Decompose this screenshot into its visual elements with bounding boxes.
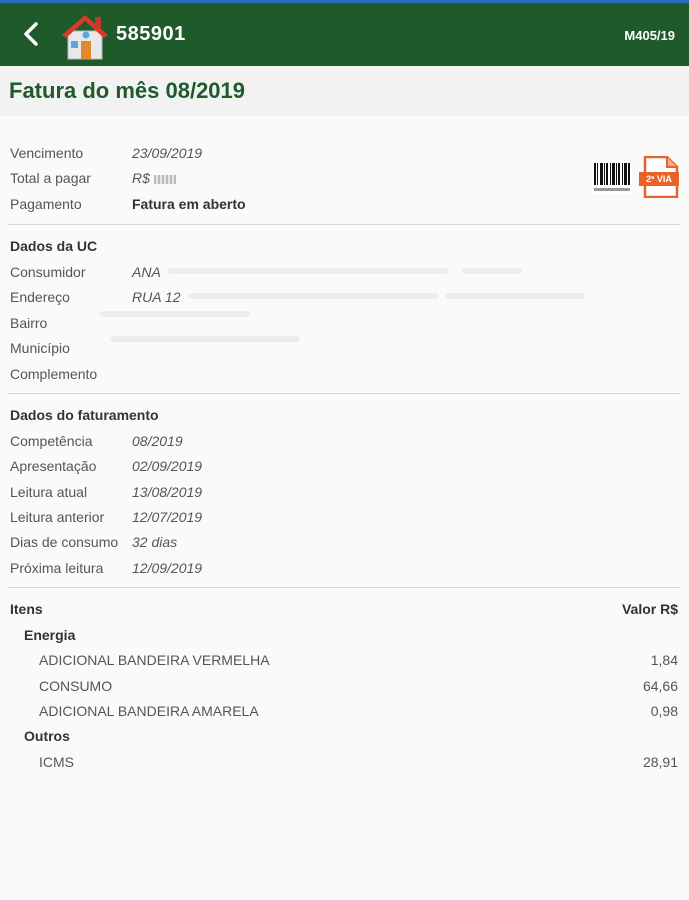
- billing-value: 12/07/2019: [132, 509, 203, 525]
- billing-value: 13/08/2019: [132, 484, 203, 500]
- items-header-value: Valor R$: [621, 601, 678, 617]
- item-value: 0,98: [650, 703, 678, 719]
- invoice-details: [0, 116, 689, 900]
- item-name: ICMS: [39, 754, 74, 770]
- billing-value: 02/09/2019: [132, 458, 203, 474]
- divider: [8, 393, 680, 394]
- divider: [8, 224, 680, 225]
- vencimento-value: 23/09/2019: [132, 145, 203, 161]
- redacted-address: [188, 293, 438, 299]
- invoice-code: M405/19: [624, 28, 675, 43]
- billing-section-title: Dados do faturamento: [10, 407, 159, 423]
- chevron-left-icon: [24, 22, 38, 46]
- second-copy-pdf-button[interactable]: 2ª VIA: [639, 155, 679, 199]
- outros-group-label: Outros: [24, 728, 70, 744]
- redacted-bairro: [100, 311, 250, 317]
- consumidor-label: Consumidor: [10, 264, 86, 280]
- billing-label: Leitura atual: [10, 484, 88, 500]
- billing-label: Leitura anterior: [10, 509, 105, 525]
- pdf-label: 2ª VIA: [646, 174, 672, 184]
- pagamento-value: Fatura em aberto: [132, 196, 246, 212]
- item-value: 64,66: [642, 678, 678, 694]
- masked-amount: [153, 174, 176, 184]
- billing-label: Próxima leitura: [10, 560, 104, 576]
- back-button[interactable]: [18, 19, 44, 49]
- item-value: 28,91: [642, 754, 678, 770]
- item-name: ADICIONAL BANDEIRA AMARELA: [39, 703, 259, 719]
- uc-section-title: Dados da UC: [10, 238, 98, 254]
- municipio-label: Município: [10, 340, 70, 356]
- bairro-label: Bairro: [10, 315, 48, 331]
- redacted-name: [168, 268, 448, 274]
- uc-number: 585901: [116, 23, 186, 45]
- billing-value: 12/09/2019: [132, 560, 203, 576]
- items-header-label: Itens: [10, 601, 43, 617]
- billing-label: Competência: [10, 433, 93, 449]
- house-icon: [62, 15, 108, 60]
- total-label: Total a pagar: [10, 170, 91, 186]
- billing-label: Apresentação: [10, 458, 97, 474]
- endereco-label: Endereço: [10, 289, 70, 305]
- item-name: ADICIONAL BANDEIRA VERMELHA: [39, 652, 270, 668]
- redacted-address: [445, 293, 585, 299]
- complemento-label: Complemento: [10, 366, 98, 382]
- item-name: CONSUMO: [39, 678, 113, 694]
- barcode-icon[interactable]: [592, 160, 632, 194]
- pagamento-label: Pagamento: [10, 196, 82, 212]
- total-value: R$: [132, 170, 176, 186]
- redacted-municipio: [110, 336, 300, 342]
- page-title: Fatura do mês 08/2019: [9, 78, 246, 103]
- redacted-name: [462, 268, 522, 274]
- billing-value: 08/2019: [132, 433, 183, 449]
- billing-value: 32 dias: [132, 534, 178, 550]
- item-value: 1,84: [650, 652, 678, 668]
- endereco-value: RUA 12: [132, 289, 181, 305]
- billing-label: Dias de consumo: [10, 534, 119, 550]
- energia-group-label: Energia: [24, 627, 76, 643]
- app-header: 585901 M405/19: [0, 0, 689, 66]
- divider: [8, 587, 680, 588]
- consumidor-value: ANA: [132, 264, 161, 280]
- title-bar: Fatura do mês 08/2019: [0, 66, 689, 116]
- vencimento-label: Vencimento: [10, 145, 84, 161]
